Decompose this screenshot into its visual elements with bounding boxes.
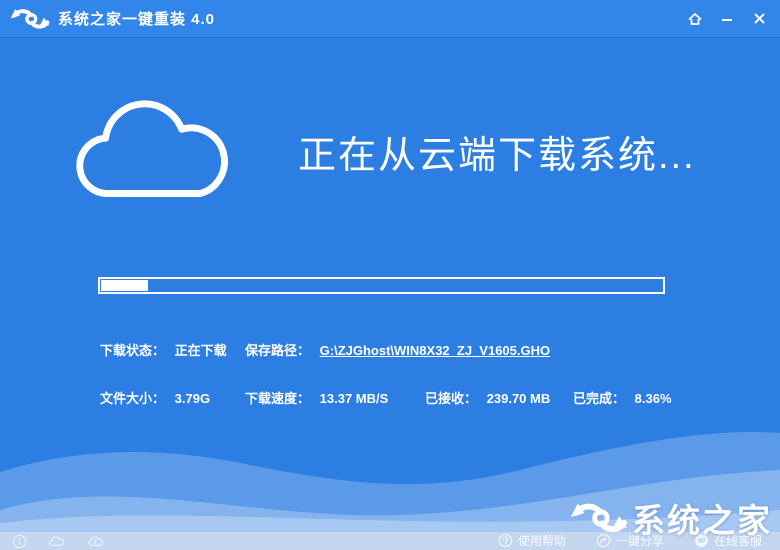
save-path: 保存路径： G:\ZJGhost\WIN8X32_ZJ_V1605.GHO [245, 340, 550, 359]
completed-percent-label: 已完成： [573, 391, 626, 406]
titlebar: 系统之家一键重装 4.0 [0, 0, 780, 38]
save-path-label: 保存路径： [245, 343, 311, 358]
help-label: 使用帮助 [517, 534, 566, 548]
download-status: 下载状态： 正在下载 [100, 340, 227, 359]
download-progress-bar [98, 277, 665, 294]
headline: 正在从云端下载系统... [298, 135, 696, 177]
download-speed-label: 下载速度： [245, 391, 311, 406]
received-amount-value: 239.70 MB [486, 391, 551, 406]
cloud-download-icon [76, 100, 228, 197]
completed-percent-value: 8.36% [634, 391, 672, 406]
window-controls [684, 8, 770, 30]
help-button[interactable]: 使用帮助 [498, 532, 566, 549]
file-size-label: 文件大小： [100, 391, 166, 406]
file-size-value: 3.79G [174, 391, 211, 406]
completed-percent: 已完成： 8.36% [573, 388, 672, 407]
received-amount: 已接收： 239.70 MB [425, 388, 550, 407]
close-icon [753, 13, 765, 24]
download-speed: 下载速度： 13.37 MB/S [245, 388, 388, 407]
app-window: 系统之家一键重装 4.0 正在从云端下载系统... 下载状态： 正在下载 保存路… [0, 0, 780, 550]
download-status-label: 下载状态： [100, 343, 166, 358]
cloud-icon[interactable] [47, 534, 66, 549]
file-size: 文件大小： 3.79G [100, 388, 210, 407]
footer-left-icons [12, 534, 105, 549]
info-icon[interactable] [12, 534, 27, 549]
close-button[interactable] [748, 8, 770, 30]
brand-swoosh-watermark-icon [570, 503, 628, 532]
brand-watermark: 系统之家 [570, 494, 772, 542]
save-path-link[interactable]: G:\ZJGhost\WIN8X32_ZJ_V1605.GHO [320, 343, 550, 358]
home-icon [688, 12, 702, 25]
home-button[interactable] [684, 8, 706, 30]
download-speed-value: 13.37 MB/S [319, 391, 389, 406]
download-progress-fill [101, 280, 148, 291]
minimize-icon [722, 18, 732, 21]
download-status-value: 正在下载 [174, 343, 227, 358]
cloud-bolt-icon[interactable] [86, 534, 105, 549]
minimize-button[interactable] [716, 8, 738, 30]
brand-watermark-text: 系统之家 [632, 502, 772, 539]
app-title: 系统之家一键重装 4.0 [58, 11, 216, 28]
help-icon [498, 533, 513, 548]
received-amount-label: 已接收： [425, 391, 478, 406]
brand-swoosh-icon [10, 8, 50, 29]
